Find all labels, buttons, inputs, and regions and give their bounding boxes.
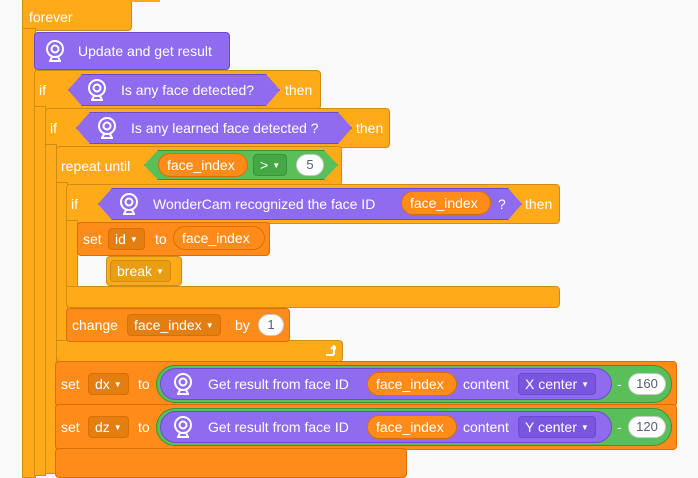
face-detected-label: Is any face detected? (121, 82, 255, 98)
forever-label: forever (29, 9, 73, 25)
if-learned-face-keyword: if (50, 120, 57, 136)
set-dz-keyword: set (61, 419, 80, 435)
set-dx-to-label: to (138, 376, 150, 392)
repeat-until-bottom (56, 340, 343, 362)
dropdown-arrow-icon: ▼ (113, 423, 122, 433)
operator-dropdown[interactable]: > ▼ (253, 154, 288, 176)
dz-minus-label: - (617, 419, 622, 435)
dx-minus-label: - (617, 376, 622, 392)
camera-icon (172, 415, 194, 439)
set-id-keyword: set (83, 231, 102, 247)
camera-icon (96, 116, 118, 140)
if-face-detected-then: then (285, 82, 313, 98)
break-label: break (117, 263, 153, 279)
if-recognized-keyword: if (71, 196, 78, 212)
recognized-face-label: WonderCam recognized the face ID (153, 196, 376, 212)
repeat-value-input[interactable]: 5 (296, 154, 324, 176)
dropdown-arrow-icon: ▼ (113, 380, 122, 390)
camera-icon (44, 39, 66, 63)
update-result-label: Update and get result (78, 43, 212, 59)
set-id-var-label: id (115, 231, 126, 247)
dropdown-arrow-icon: ▼ (272, 161, 281, 171)
recognized-face-index-label: face_index (410, 195, 478, 211)
set-dz-var-label: dz (95, 419, 110, 435)
set-dx-var-dropdown[interactable]: dx ▼ (88, 373, 129, 395)
change-value-input[interactable]: 1 (258, 314, 284, 336)
dx-face-index-label: face_index (376, 376, 444, 392)
set-id-to-label: to (155, 231, 167, 247)
repeat-until-keyword: repeat until (61, 158, 131, 174)
camera-icon (118, 192, 140, 216)
break-dropdown[interactable]: break ▼ (110, 260, 171, 282)
repeat-arrow-icon (324, 345, 336, 357)
set-id-value-label: face_index (182, 230, 250, 246)
dropdown-arrow-icon: ▼ (205, 321, 214, 331)
dropdown-arrow-icon: ▼ (580, 423, 589, 433)
dx-content-label: content (463, 376, 509, 392)
change-var-label: face_index (134, 317, 202, 333)
change-keyword: change (72, 317, 118, 333)
change-var-dropdown[interactable]: face_index ▼ (127, 314, 221, 336)
dz-content-label: content (463, 419, 509, 435)
set-dx-keyword: set (61, 376, 80, 392)
operator-label: > (260, 157, 269, 173)
recognized-question-mark: ? (498, 196, 506, 212)
set-dz-var-dropdown[interactable]: dz ▼ (88, 416, 129, 438)
set-dz-to-label: to (138, 419, 150, 435)
if-face-detected-keyword: if (39, 82, 46, 98)
learned-face-label: Is any learned face detected ? (131, 120, 319, 136)
dz-value-input[interactable]: 120 (628, 416, 666, 438)
camera-icon (172, 372, 194, 396)
dx-field-dropdown[interactable]: X center ▼ (518, 373, 597, 395)
dropdown-arrow-icon: ▼ (156, 267, 164, 277)
if-learned-face-then: then (356, 120, 384, 136)
change-by-label: by (235, 317, 250, 333)
set-dx-var-label: dx (95, 376, 110, 392)
set-id-var-dropdown[interactable]: id ▼ (108, 228, 145, 250)
next-block-stub[interactable] (55, 448, 407, 478)
dz-field-dropdown[interactable]: Y center ▼ (518, 416, 596, 438)
dx-field-label: X center (525, 376, 578, 392)
dropdown-arrow-icon: ▼ (129, 235, 138, 245)
dz-field-label: Y center (525, 419, 577, 435)
if-recognized-then: then (525, 196, 553, 212)
repeat-var-label: face_index (167, 157, 235, 173)
camera-icon (86, 78, 108, 102)
dx-get-result-label: Get result from face ID (208, 376, 349, 392)
if-recognized-bottom (66, 286, 560, 308)
dz-face-index-label: face_index (376, 419, 444, 435)
forever-top-notch (40, 0, 160, 2)
dropdown-arrow-icon: ▼ (581, 380, 590, 390)
dz-get-result-label: Get result from face ID (208, 419, 349, 435)
dx-value-input[interactable]: 160 (628, 373, 666, 395)
